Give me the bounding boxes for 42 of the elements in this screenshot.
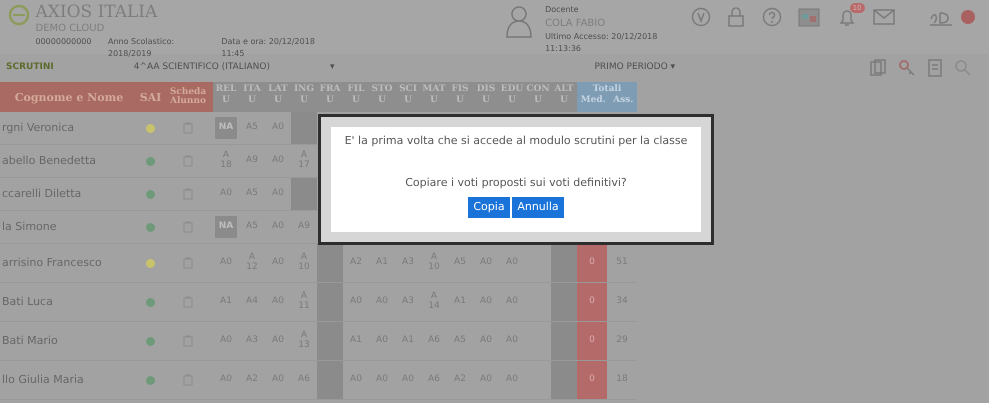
student-name: Bati Mario bbox=[0, 322, 138, 361]
locked-cell bbox=[291, 112, 317, 145]
column-header[interactable]: Totali Med. Ass. bbox=[577, 82, 637, 112]
key-icon[interactable] bbox=[898, 59, 916, 77]
student-name: llo Giulia Maria bbox=[0, 361, 138, 400]
mail-icon[interactable] bbox=[873, 8, 895, 25]
student-name: rgni Veronica bbox=[0, 112, 138, 145]
dropdown-caret[interactable]: ▾ bbox=[330, 61, 334, 75]
cancel-button[interactable]: Annulla bbox=[512, 197, 564, 218]
period-select[interactable]: PRIMO PERIODO ▾ bbox=[594, 61, 676, 75]
column-header[interactable]: Cognome e Nome bbox=[0, 82, 138, 112]
document-icon[interactable] bbox=[927, 59, 943, 77]
lock-icon[interactable] bbox=[727, 6, 745, 27]
class-select[interactable]: 4^AA SCIENTIFICO (ITALIANO) bbox=[134, 61, 270, 75]
circle-icon[interactable] bbox=[960, 8, 976, 25]
last-access: Ultimo Accesso: 20/12/2018 11:13:36 bbox=[545, 31, 658, 55]
average-cell: 0 bbox=[577, 283, 607, 322]
help-icon[interactable] bbox=[762, 6, 782, 27]
school-year: Anno Scolastico: 2018/2019 bbox=[108, 36, 176, 60]
search-icon[interactable] bbox=[954, 59, 972, 77]
code-text: 00000000000 bbox=[36, 36, 92, 48]
user-icon bbox=[504, 4, 534, 38]
average-cell: 0 bbox=[577, 244, 607, 283]
average-cell: 0 bbox=[577, 361, 607, 400]
datetime: Data e ora: 20/12/2018 11:45 bbox=[221, 36, 316, 60]
copy-icon[interactable] bbox=[869, 59, 887, 77]
dialog-question: Copiare i voti proposti sui voti definitivi? bbox=[405, 175, 627, 191]
column-header[interactable]: Scheda Alunno bbox=[163, 82, 213, 112]
student-name: la Simone bbox=[0, 211, 138, 244]
column-header[interactable]: SAI bbox=[138, 82, 163, 112]
student-name: abello Benedetta bbox=[0, 145, 138, 178]
student-name: ccarelli Diletta bbox=[0, 178, 138, 211]
student-name: arrisino Francesco bbox=[0, 244, 138, 283]
user-role: Docente bbox=[545, 4, 580, 16]
calendar-icon[interactable] bbox=[798, 6, 820, 27]
student-name: Bati Luca bbox=[0, 283, 138, 322]
average-cell: 0 bbox=[577, 322, 607, 361]
section-title: SCRUTINI bbox=[6, 61, 54, 74]
copy-button[interactable]: Copia bbox=[468, 197, 510, 218]
locked-cell bbox=[291, 178, 317, 211]
dialog-message: E' la prima volta che si accede al modulo scrutini per la classe bbox=[344, 132, 688, 148]
logo-icon bbox=[8, 4, 30, 26]
